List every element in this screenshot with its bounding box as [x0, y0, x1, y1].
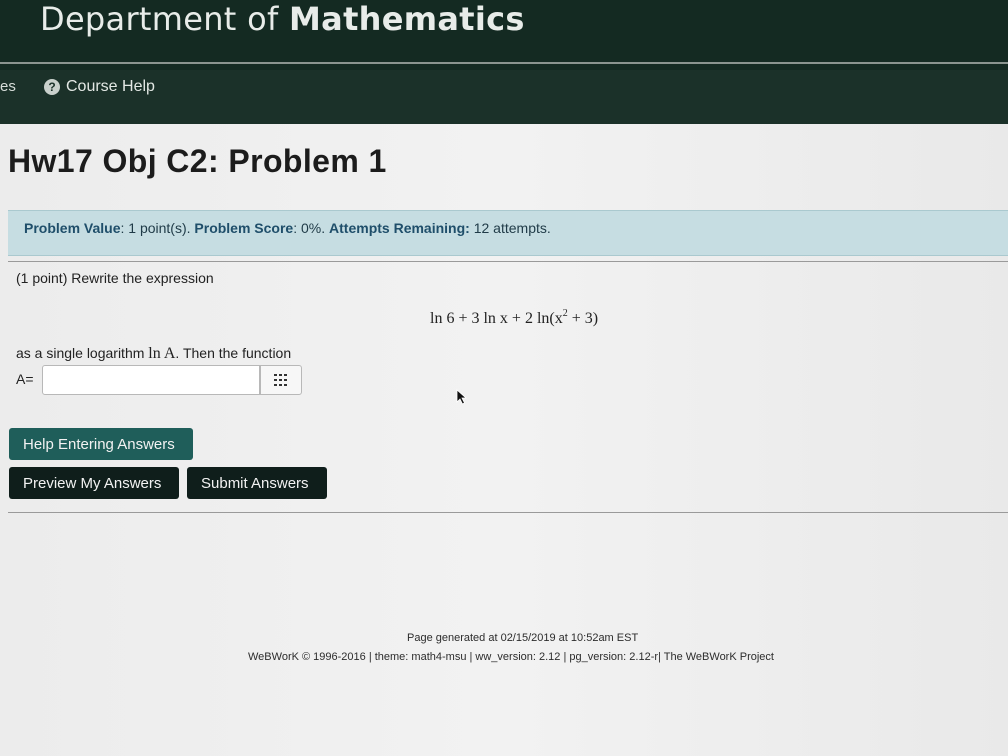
department-title: Department of Mathematics [40, 0, 525, 38]
problem-intro: (1 point) Rewrite the expression [16, 270, 214, 286]
page-generated-text: Page generated at 02/15/2019 at 10:52am … [407, 632, 639, 644]
submit-answers-button[interactable]: Submit Answers [187, 467, 327, 499]
mouse-pointer-icon [456, 389, 468, 405]
page-title: Hw17 Obj C2: Problem 1 [8, 143, 387, 179]
divider [8, 261, 1008, 262]
instruction-text: as a single logarithm ln A. Then the fun… [16, 345, 292, 362]
problem-value-label: Problem Value [24, 220, 121, 236]
course-help-label: Course Help [66, 78, 155, 95]
nav-item-cut[interactable]: es [0, 78, 16, 95]
attempts-label: Attempts Remaining: [329, 220, 470, 236]
ln-a-math: ln A [148, 345, 176, 362]
question-circle-icon: ? [44, 79, 60, 95]
equation-palette-button[interactable] [260, 365, 302, 395]
problem-score: : 0%. [293, 220, 330, 236]
math-expression: ln 6 + 3 ln x + 2 ln(x2 + 3) [430, 308, 599, 327]
preview-answers-button[interactable]: Preview My Answers [9, 467, 179, 499]
header-divider [0, 62, 1008, 64]
problem-info-text: Problem Value: 1 point(s). Problem Score… [24, 220, 551, 236]
problem-score-label: Problem Score [194, 220, 294, 236]
answer-label: A= [16, 371, 34, 387]
attempts-remaining: 12 attempts. [469, 220, 551, 236]
answer-input[interactable] [42, 365, 260, 395]
grid-icon [274, 374, 287, 386]
divider [8, 512, 1008, 513]
problem-value: : 1 point(s). [120, 220, 195, 236]
help-entering-answers-button[interactable]: Help Entering Answers [9, 428, 193, 460]
version-footer: WeBWorK © 1996-2016 | theme: math4-msu |… [248, 651, 774, 663]
course-help-link[interactable]: ? Course Help [44, 78, 155, 96]
